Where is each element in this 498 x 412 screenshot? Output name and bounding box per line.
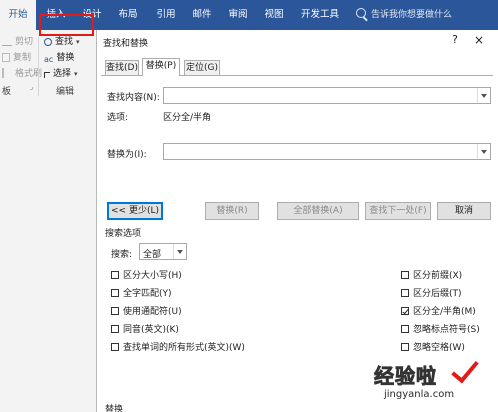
tab-view[interactable]: 视图 (258, 0, 290, 30)
tell-me-placeholder: 告诉我你想要做什么 (371, 10, 453, 20)
watermark-url: jingyanla.com (384, 389, 455, 400)
option-label: 忽略标点符号(S) (413, 325, 480, 335)
find-replace-dialog: 查找和替换 ? × 查找(D) 替换(P) 定位(G) 查找内容(N): 选项:… (96, 30, 498, 412)
search-dropdown-arrow-icon[interactable] (173, 244, 186, 259)
replace-with-input[interactable] (163, 143, 491, 160)
option-label: 查找单词的所有形式(英文)(W) (123, 343, 245, 353)
ribbon-home-panel: 剪切 复制 格式刷 板 ⌟ 查找 ▾ ac 替换 选择 ▾ 编辑 (0, 30, 96, 412)
cut-label: 剪切 (15, 37, 34, 47)
tab-mailings[interactable]: 邮件 (186, 0, 218, 30)
find-next-button[interactable]: 查找下一处(F) (365, 202, 431, 220)
checkbox[interactable] (111, 343, 119, 351)
checkbox[interactable] (401, 289, 409, 297)
options-label: 选项: (107, 113, 129, 123)
left-option[interactable]: 使用通配符(U) (111, 304, 182, 317)
help-button[interactable]: ? (447, 32, 463, 48)
right-option[interactable]: 区分前缀(X) (401, 268, 462, 281)
right-option[interactable]: 忽略空格(W) (401, 340, 465, 353)
left-option[interactable]: 区分大小写(H) (111, 268, 182, 281)
find-what-label: 查找内容(N): (107, 93, 160, 103)
tab-replace[interactable]: 替换(P) (142, 58, 180, 76)
option-label: 同音(英文)(K) (123, 325, 179, 335)
checkbox[interactable] (111, 289, 119, 297)
format-painter-button[interactable]: 格式刷 (2, 66, 42, 79)
replace-all-button[interactable]: 全部替换(A) (277, 202, 359, 220)
checkbox[interactable] (111, 325, 119, 333)
right-option[interactable]: 区分全/半角(M) (401, 304, 476, 317)
cut-button[interactable]: 剪切 (2, 34, 33, 47)
find-icon (44, 38, 52, 46)
right-option[interactable]: 忽略标点符号(S) (401, 322, 480, 335)
left-option[interactable]: 查找单词的所有形式(英文)(W) (111, 340, 245, 353)
cancel-button[interactable]: 取消 (437, 202, 491, 220)
find-label: 查找 (55, 37, 74, 47)
replace-button[interactable]: 替换(R) (205, 202, 259, 220)
tab-layout[interactable]: 布局 (112, 0, 144, 30)
tab-references[interactable]: 引用 (150, 0, 182, 30)
search-options-heading: 搜索选项 (105, 229, 142, 239)
option-label: 区分全/半角(M) (413, 307, 476, 317)
less-button[interactable]: << 更少(L) (107, 202, 163, 220)
option-label: 全字匹配(Y) (123, 289, 172, 299)
checkbox[interactable] (401, 343, 409, 351)
copy-label: 复制 (13, 53, 32, 63)
select-label: 选择 (53, 69, 72, 79)
tab-home[interactable]: 开始 (0, 0, 36, 30)
ribbon-separator (38, 36, 39, 96)
replace-label: 替换 (56, 53, 75, 63)
replace-with-label: 替换为(I): (107, 150, 147, 160)
option-label: 区分大小写(H) (123, 271, 182, 281)
copy-icon (2, 53, 10, 62)
checkbox[interactable] (111, 271, 119, 279)
copy-button[interactable]: 复制 (2, 50, 31, 63)
editing-group-label: 编辑 (56, 87, 75, 97)
search-direction-label: 搜索: (111, 250, 133, 260)
find-dropdown-arrow-icon[interactable] (477, 88, 490, 103)
option-label: 区分前缀(X) (413, 271, 463, 281)
tab-find[interactable]: 查找(D) (105, 60, 139, 75)
cursor-icon (44, 72, 50, 78)
search-icon (356, 8, 366, 18)
tab-goto[interactable]: 定位(G) (184, 60, 220, 75)
replace-icon: ac (44, 55, 54, 64)
brush-icon (2, 68, 12, 78)
left-option[interactable]: 同音(英文)(K) (111, 322, 179, 335)
close-button[interactable]: × (469, 32, 489, 48)
options-value: 区分全/半角 (163, 113, 212, 123)
left-option[interactable]: 全字匹配(Y) (111, 286, 172, 299)
replace-dropdown-arrow-icon[interactable] (477, 144, 490, 159)
replace-button[interactable]: ac 替换 (44, 50, 74, 65)
clipboard-group-label: 板 (2, 87, 12, 97)
checkbox[interactable] (401, 271, 409, 279)
replace-section-heading: 替换 (105, 405, 124, 412)
tab-review[interactable]: 审阅 (222, 0, 254, 30)
watermark-logo-text: 经验啦 (374, 364, 437, 389)
dialog-launcher-icon[interactable]: ⌟ (30, 83, 33, 91)
option-label: 忽略空格(W) (413, 343, 465, 353)
checkbox[interactable] (111, 307, 119, 315)
tell-me-box[interactable]: 告诉我你想要做什么 (356, 0, 452, 30)
tab-developer[interactable]: 开发工具 (296, 0, 344, 30)
replace-highlight-box (39, 14, 94, 36)
checkbox[interactable] (401, 325, 409, 333)
dialog-title: 查找和替换 (103, 39, 149, 49)
select-button[interactable]: 选择 ▾ (44, 66, 78, 79)
scissors-icon (2, 36, 12, 46)
right-option[interactable]: 区分后缀(T) (401, 286, 462, 299)
option-label: 使用通配符(U) (123, 307, 182, 317)
find-what-input[interactable] (163, 87, 491, 104)
search-direction-select[interactable]: 全部 (139, 243, 187, 260)
checkbox[interactable] (401, 307, 409, 315)
search-direction-value: 全部 (143, 250, 162, 260)
option-label: 区分后缀(T) (413, 289, 462, 299)
